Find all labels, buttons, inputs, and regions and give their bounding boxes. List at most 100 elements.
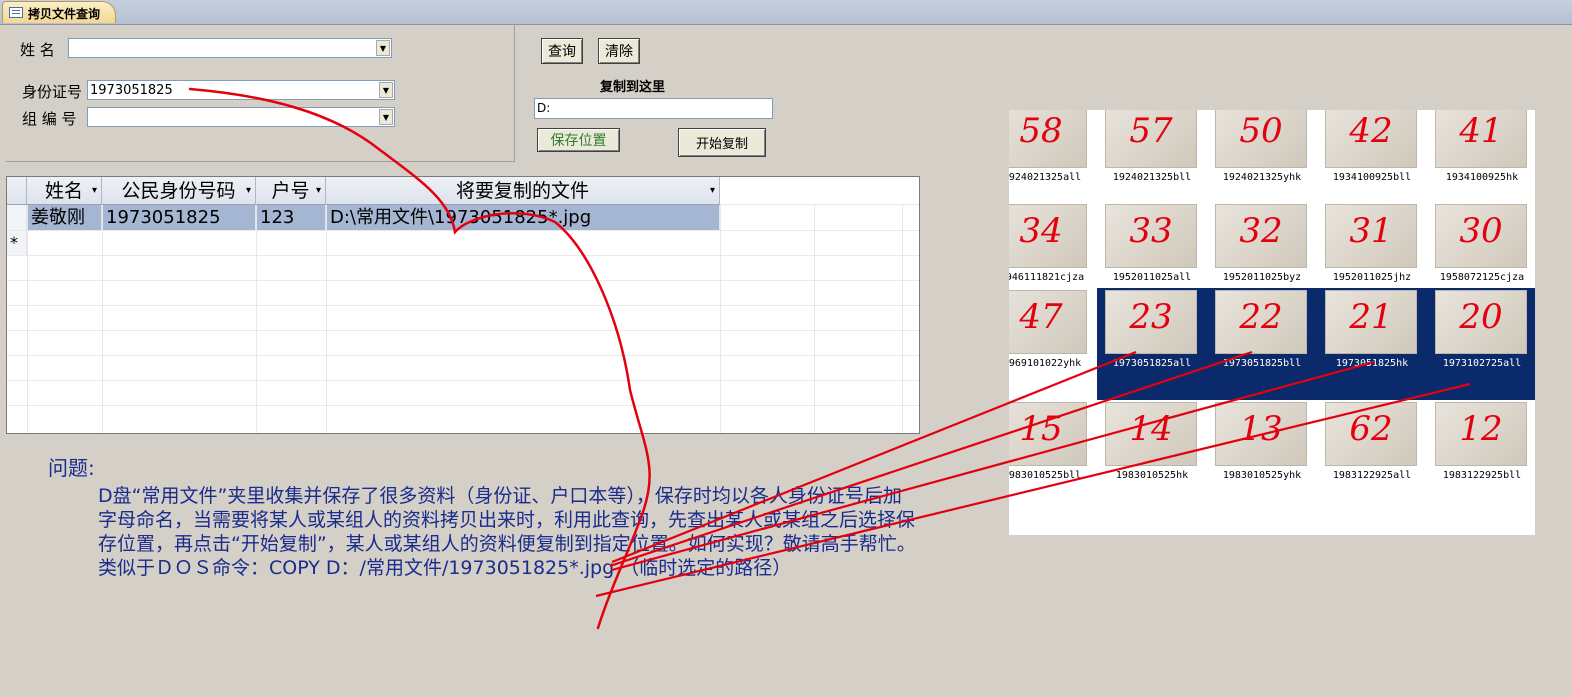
thumbnail-tile[interactable]: 57 1924021325bll [1097,110,1207,214]
thumbnail-number: 14 [1129,409,1173,449]
name-combo[interactable]: ▼ [68,38,392,58]
thumbnail-caption: 1934100925hk [1445,172,1519,183]
thumbnail-image: 58 [1009,110,1087,168]
thumbnail-image: 42 [1325,110,1417,168]
thumbnail-caption: 1952011025all [1112,272,1192,283]
question-paragraph: D盘“常用文件”夹里收集并保存了很多资料（身份证、户口本等），保存时均以各人身份… [98,485,916,555]
thumbnail-caption: 1983122925all [1332,470,1412,481]
clear-button[interactable]: 清除 [598,38,640,64]
thumbnail-tile[interactable]: 58 1924021325all [1009,110,1097,214]
thumbnail-image: 33 [1105,204,1197,268]
tab-copy-file-query[interactable]: 拷贝文件查询 [2,1,116,23]
grid-line [256,205,257,433]
thumbnail-image: 31 [1325,204,1417,268]
group-combo[interactable]: ▼ [87,107,395,127]
query-button[interactable]: 查询 [541,38,583,64]
cell-name[interactable]: 姜敬刚 [27,205,102,230]
thumbnail-number: 34 [1019,211,1063,251]
thumbnail-tile[interactable]: 21 1973051825hk [1317,288,1427,400]
dropdown-arrow-icon[interactable]: ▼ [379,82,393,98]
thumbnail-number: 41 [1459,111,1503,151]
grid-line [720,205,721,433]
thumbnail-image: 14 [1105,402,1197,466]
thumbnail-caption: 1934100925bll [1332,172,1412,183]
thumbnail-caption: 1973051825bll [1222,358,1302,369]
thumbnail-image: 30 [1435,204,1527,268]
thumbnail-tile[interactable]: 22 1973051825bll [1207,288,1317,400]
dropdown-arrow-icon[interactable]: ▼ [376,40,390,56]
thumbnail-tile[interactable]: 42 1934100925bll [1317,110,1427,214]
thumbnail-number: 20 [1459,297,1503,337]
grid-line [326,205,327,433]
thumbnail-number: 15 [1019,409,1063,449]
column-header-label: 户号 [271,180,310,202]
thumbnail-number: 22 [1239,297,1283,337]
thumbnail-image: 32 [1215,204,1307,268]
thumbnail-tile[interactable]: 14 1983010525hk [1097,400,1207,512]
row-selector[interactable] [7,205,27,230]
thumbnail-caption: 1983010525hk [1115,470,1189,481]
form-icon [9,7,23,18]
question-paragraph: 类似于ＤＯＳ命令：COPY D：/常用文件/1973051825*.jpg （临… [98,557,792,579]
column-header-file[interactable]: 将要复制的文件 ▾ [326,177,720,205]
grid-line [7,405,919,406]
copy-to-value: D: [537,101,551,115]
thumbnail-number: 62 [1349,409,1393,449]
id-combo[interactable]: 1973051825 ▼ [87,80,395,100]
thumbnail-tile[interactable]: 12 1983122925bll [1427,400,1535,512]
thumbnail-tile[interactable]: 50 1924021325yhk [1207,110,1317,214]
sort-arrow-icon[interactable]: ▾ [246,177,251,205]
save-location-button[interactable]: 保存位置 [537,128,620,152]
thumbnail-caption: 1924021325bll [1112,172,1192,183]
thumbnail-image: 15 [1009,402,1087,466]
id-value: 1973051825 [90,83,173,98]
thumbnail-caption: 1983010525yhk [1222,470,1302,481]
thumbnail-tile[interactable]: 20 1973102725all [1427,288,1535,400]
grid-line [902,205,903,433]
grid-line [7,355,919,356]
dropdown-arrow-icon[interactable]: ▼ [379,109,393,125]
thumbnail-number: 30 [1459,211,1503,251]
new-row-marker[interactable]: * [7,230,27,255]
thumbnail-tile[interactable]: 13 1983010525yhk [1207,400,1317,512]
thumbnail-number: 57 [1129,111,1173,151]
column-header-name[interactable]: 姓名 ▾ [27,177,102,205]
thumbnail-image: 34 [1009,204,1087,268]
thumbnail-tile[interactable]: 15 1983010525bll [1009,400,1097,512]
grid-line [7,330,919,331]
column-header-household[interactable]: 户号 ▾ [256,177,326,205]
thumbnail-image: 62 [1325,402,1417,466]
column-header-id[interactable]: 公民身份号码 ▾ [102,177,256,205]
thumbnail-number: 23 [1129,297,1173,337]
thumbnail-image: 22 [1215,290,1307,354]
sort-arrow-icon[interactable]: ▾ [92,177,97,205]
column-header-label: 姓名 [44,180,83,202]
cell-id[interactable]: 1973051825 [102,205,256,230]
thumbnail-number: 31 [1349,211,1393,251]
thumbnail-number: 13 [1239,409,1283,449]
cell-household[interactable]: 123 [256,205,326,230]
thumbnail-caption: 1958072125cjza [1439,272,1525,283]
copy-to-field[interactable]: D: [534,98,773,119]
cell-file[interactable]: D:\常用文件\1973051825*.jpg [326,205,720,230]
column-header-label: 将要复制的文件 [455,180,589,202]
thumbnail-tile[interactable]: 23 1973051825all [1097,288,1207,400]
sort-arrow-icon[interactable]: ▾ [316,177,321,205]
thumbnail-image: 57 [1105,110,1197,168]
thumbnail-image: 12 [1435,402,1527,466]
start-copy-button[interactable]: 开始复制 [678,128,766,157]
id-label: 身份证号 [22,83,83,101]
thumbnail-caption: 1973051825hk [1335,358,1409,369]
thumbnail-image: 41 [1435,110,1527,168]
thumbnail-number: 32 [1239,211,1283,251]
thumbnail-caption: 1983010525bll [1009,470,1082,481]
datasheet-grid: 姓名 ▾ 公民身份号码 ▾ 户号 ▾ 将要复制的文件 ▾ 姜敬刚 1973051825 … [6,176,920,434]
grid-line [102,205,103,433]
thumbnail-caption: 1952011025byz [1222,272,1302,283]
thumbnail-tile[interactable]: 62 1983122925all [1317,400,1427,512]
thumbnail-tile[interactable]: 41 1934100925hk [1427,110,1535,214]
sort-arrow-icon[interactable]: ▾ [710,177,715,205]
thumbnail-gallery: 58 1924021325all 57 1924021325bll 50 19240213… [1009,110,1535,535]
thumbnail-tile[interactable]: 47 1969101022yhk [1009,288,1097,400]
thumbnail-caption: 1973051825all [1112,358,1192,369]
